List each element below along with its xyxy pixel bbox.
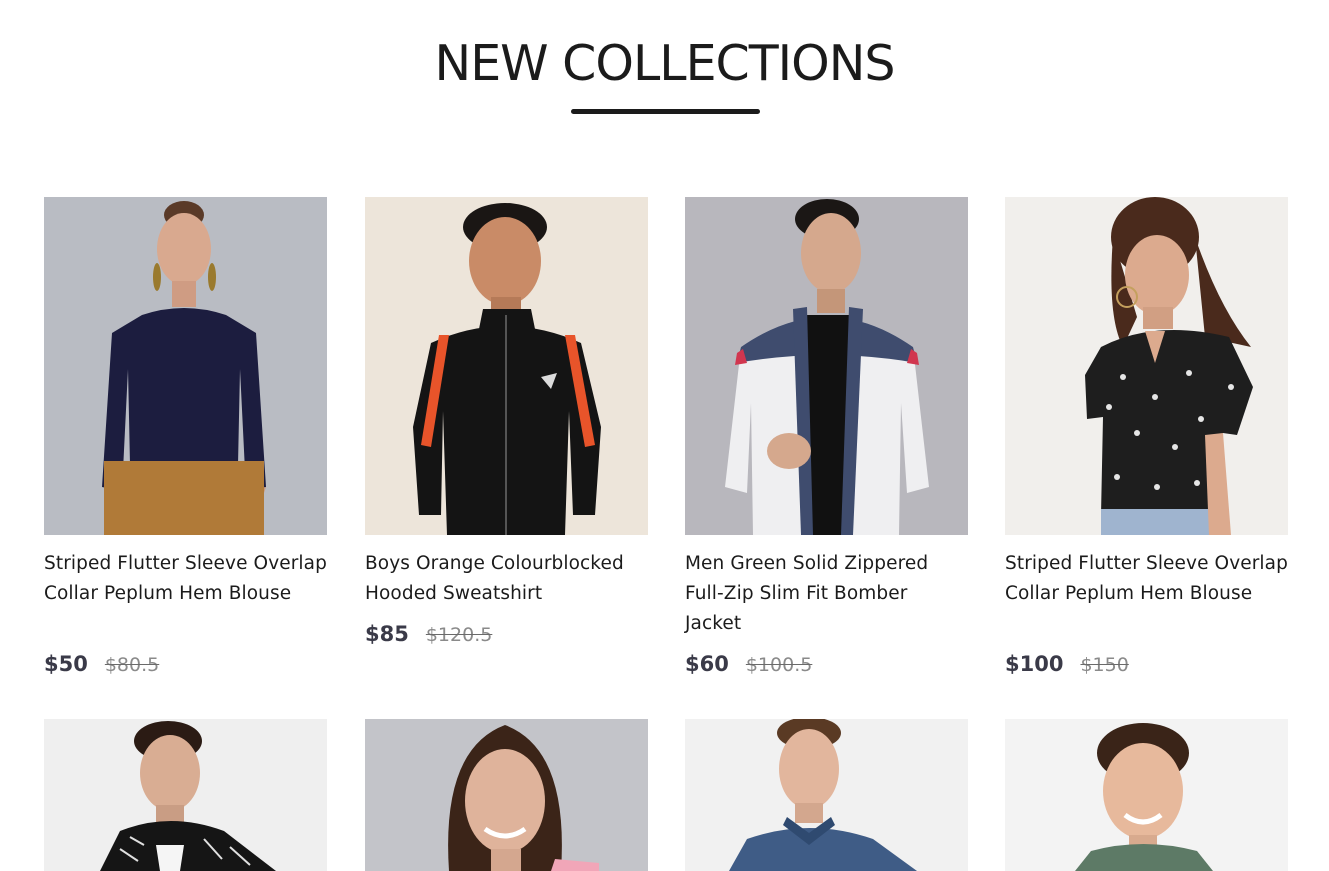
product-image-boy-green-tee[interactable] (1005, 719, 1288, 871)
product-old-price: $150 (1080, 654, 1129, 676)
product-name[interactable]: Boys Orange Colourblocked Hooded Sweatsh… (365, 549, 648, 609)
product-image-man-printed-jacket[interactable] (44, 719, 327, 871)
product-image-woman-navy-sweater[interactable] (44, 197, 327, 535)
product-card[interactable]: Men Green Solid Zippered Full-Zip Slim F… (685, 197, 968, 687)
product-price: $50 (44, 652, 88, 676)
product-price: $60 (685, 652, 729, 676)
product-image-woman-floral-blouse[interactable] (1005, 197, 1288, 535)
product-card[interactable] (44, 719, 327, 871)
product-image-man-denim-jacket[interactable] (685, 719, 968, 871)
product-name[interactable]: Striped Flutter Sleeve Overlap Collar Pe… (1005, 549, 1288, 609)
new-collections-section: NEW COLLECTIONS Striped Flutter Sleeve O… (0, 0, 1329, 871)
product-card[interactable]: Boys Orange Colourblocked Hooded Sweatsh… (365, 197, 648, 657)
section-title: NEW COLLECTIONS (434, 35, 896, 92)
product-card[interactable] (365, 719, 648, 871)
price-row: $60 $100.5 (685, 649, 812, 679)
price-row: $100 $150 (1005, 649, 1129, 679)
product-card[interactable]: Striped Flutter Sleeve Overlap Collar Pe… (44, 197, 327, 687)
product-card[interactable] (685, 719, 968, 871)
price-row: $50 $80.5 (44, 649, 159, 679)
product-price: $85 (365, 622, 409, 646)
product-old-price: $120.5 (425, 624, 493, 646)
title-underline (571, 109, 760, 114)
price-row: $85 $120.5 (365, 619, 492, 649)
product-old-price: $80.5 (104, 654, 160, 676)
product-image-woman-smiling[interactable] (365, 719, 648, 871)
product-old-price: $100.5 (745, 654, 813, 676)
product-name[interactable]: Striped Flutter Sleeve Overlap Collar Pe… (44, 549, 327, 609)
product-card[interactable]: Striped Flutter Sleeve Overlap Collar Pe… (1005, 197, 1288, 687)
product-image-boy-black-sweatshirt[interactable] (365, 197, 648, 535)
product-price: $100 (1005, 652, 1064, 676)
product-image-man-puffer-jacket[interactable] (685, 197, 968, 535)
product-card[interactable] (1005, 719, 1288, 871)
product-name[interactable]: Men Green Solid Zippered Full-Zip Slim F… (685, 549, 968, 639)
